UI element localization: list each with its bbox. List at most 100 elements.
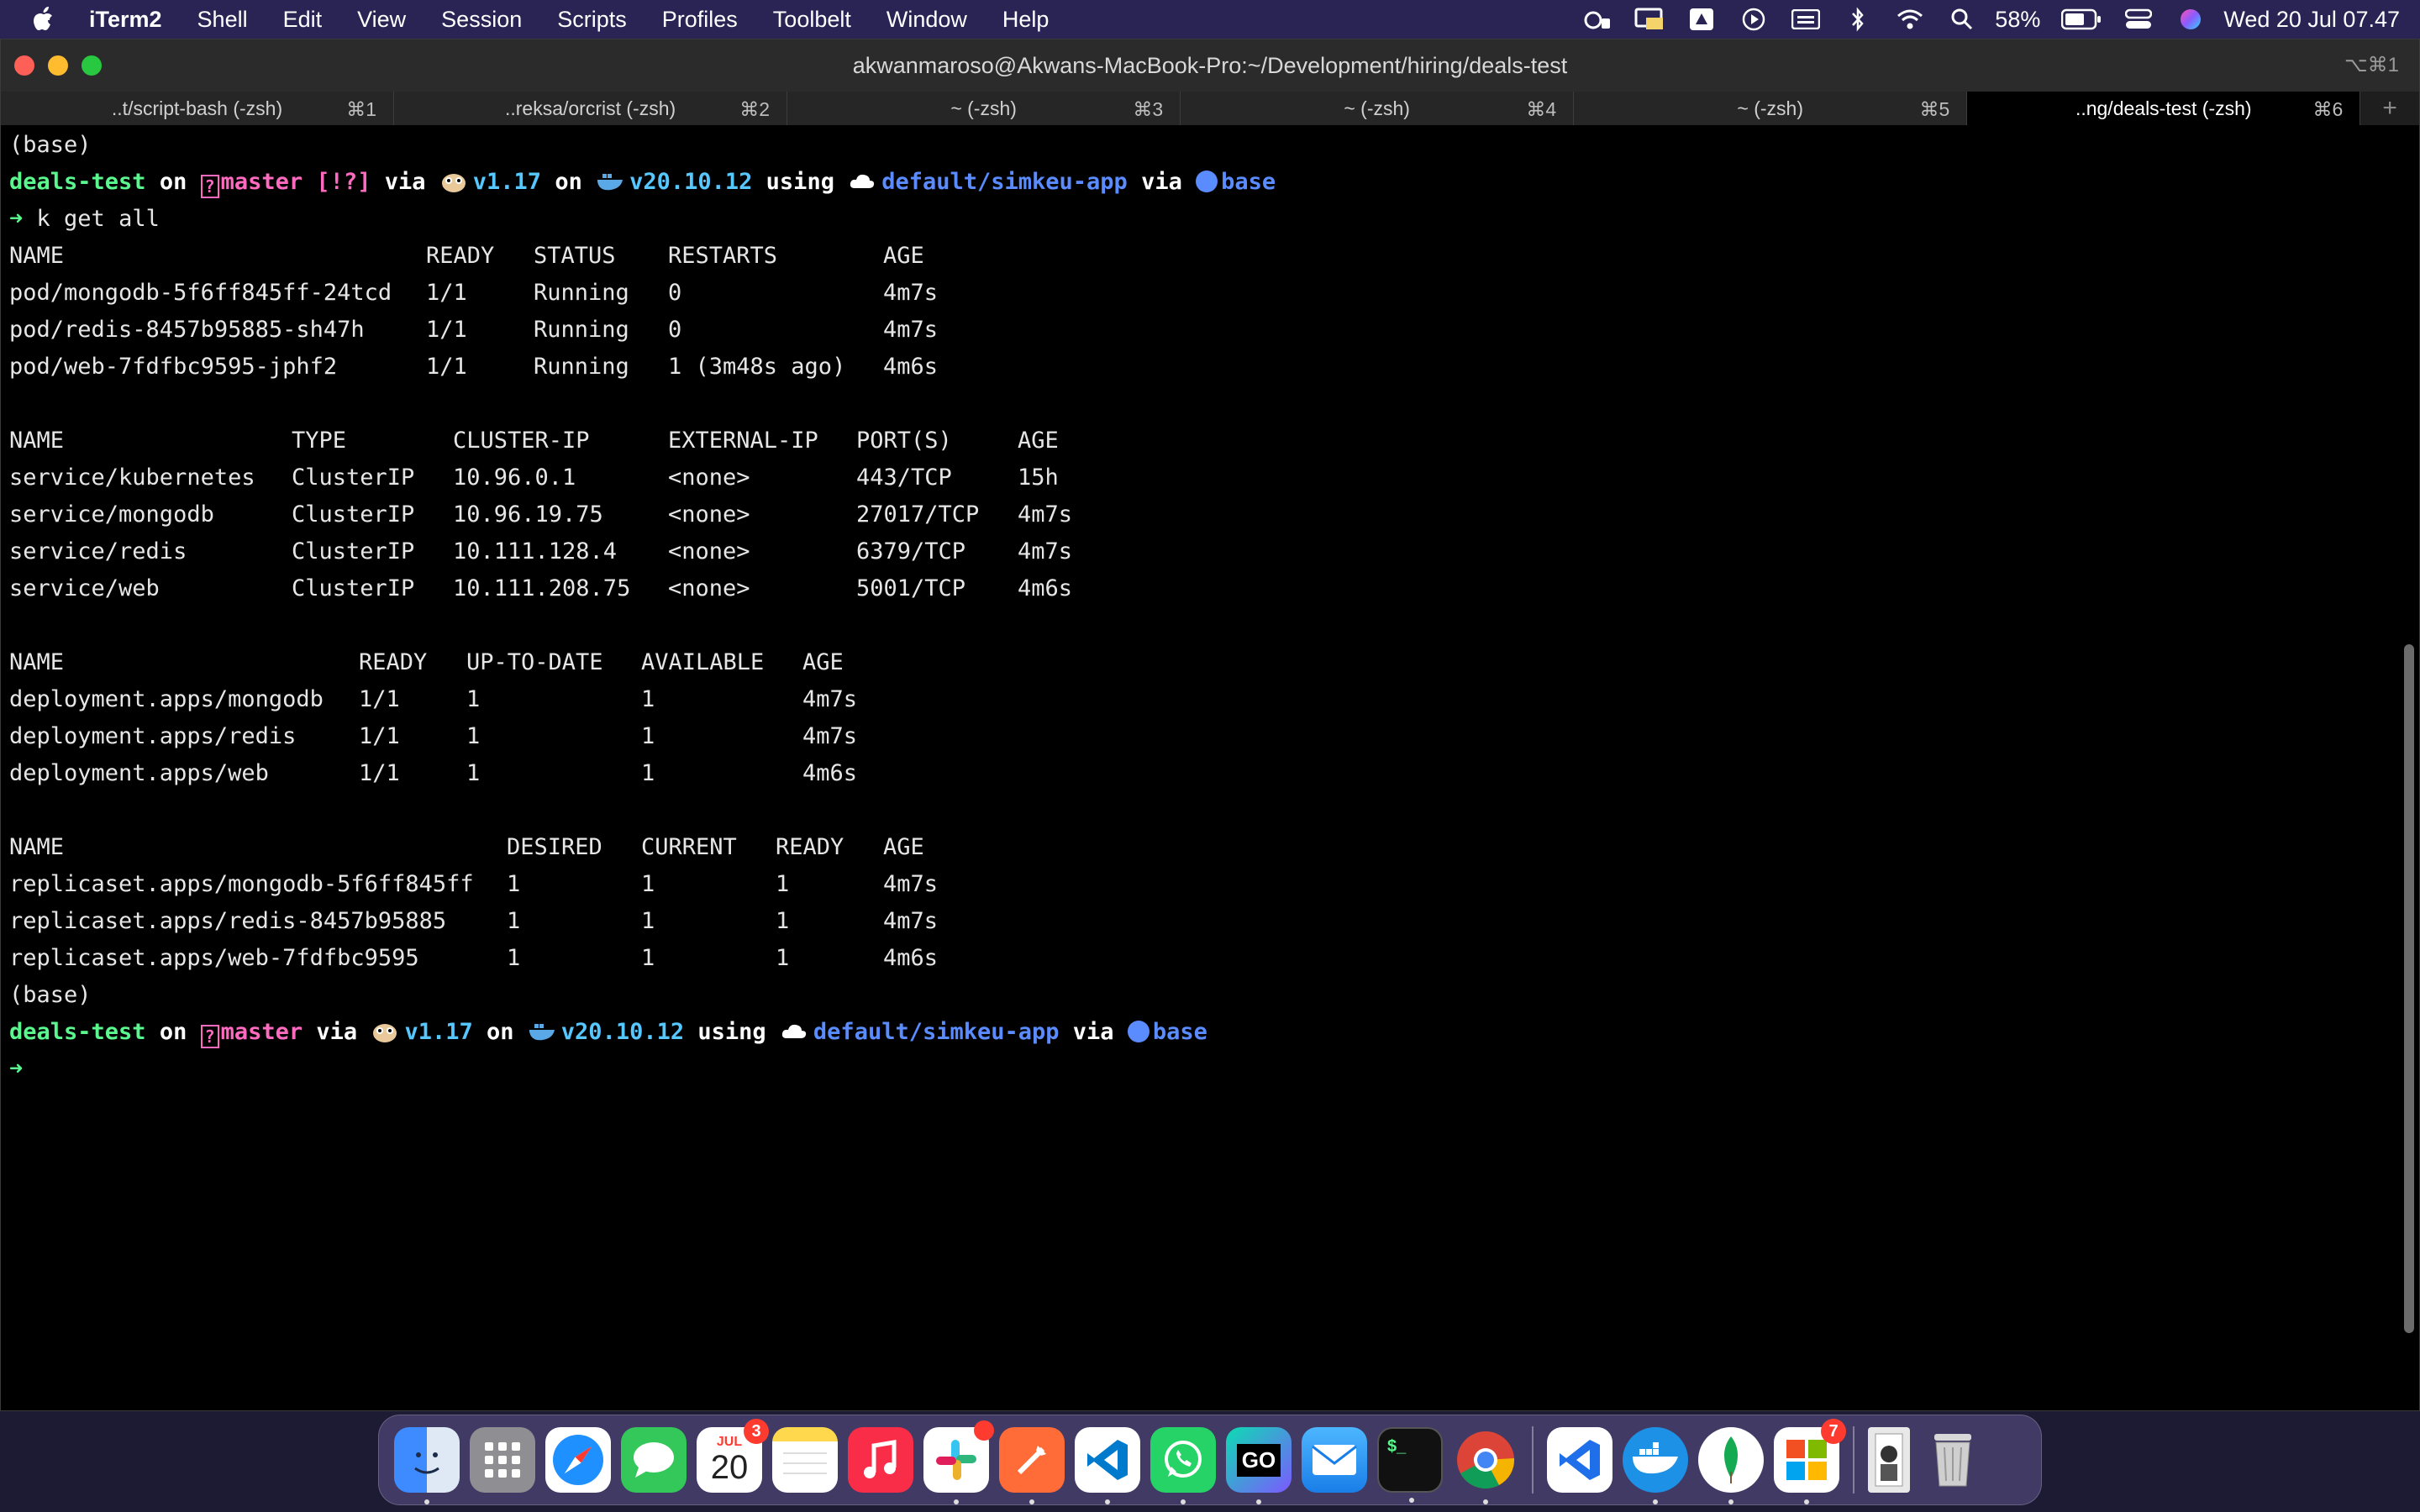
dock: JUL 20 3 GO $_ 7 — [378, 1415, 2042, 1505]
vscode-insiders-icon[interactable] — [1547, 1427, 1612, 1493]
terminal-output[interactable]: (base) deals-test on ? master [!?] via v1… — [9, 127, 2396, 1404]
finder-icon[interactable] — [394, 1427, 460, 1504]
menubar-clock[interactable]: Wed 20 Jul 07.47 — [2223, 7, 2400, 33]
tab-1[interactable]: ..t/script-bash (-zsh) ⌘1 — [1, 92, 395, 125]
tab-shortcut: ⌘6 — [2312, 98, 2344, 120]
postman-icon[interactable] — [999, 1427, 1065, 1504]
battery-percentage: 58% — [1995, 6, 2041, 32]
menu-help[interactable]: Help — [1002, 7, 1050, 33]
minimize-window-button[interactable] — [48, 55, 68, 76]
menu-scripts[interactable]: Scripts — [557, 7, 627, 33]
focus-icon[interactable] — [1581, 7, 1613, 32]
menu-view[interactable]: View — [357, 7, 406, 33]
notes-icon[interactable] — [772, 1427, 838, 1493]
go-gopher-icon — [373, 1024, 397, 1042]
goland-icon[interactable]: GO — [1226, 1427, 1292, 1504]
calendar-icon[interactable]: JUL 20 3 — [697, 1419, 769, 1493]
tab-6-active[interactable]: ..ng/deals-test (-zsh) ⌘6 — [1967, 92, 2361, 125]
app-store-badge: 7 — [1821, 1419, 1846, 1444]
vscode-icon[interactable] — [1075, 1427, 1140, 1504]
slack-badge — [974, 1420, 994, 1441]
display-icon[interactable] — [1634, 7, 1665, 32]
menu-shell[interactable]: Shell — [197, 7, 248, 33]
conda-icon — [1196, 171, 1218, 192]
docker-icon[interactable] — [1623, 1427, 1688, 1504]
new-tab-button[interactable]: + — [2360, 92, 2419, 125]
keyboard-icon[interactable] — [1790, 7, 1822, 32]
close-window-button[interactable] — [14, 55, 34, 76]
prompt-arrow: ➜ — [9, 206, 24, 232]
trash-icon[interactable] — [1920, 1427, 1986, 1493]
tab-label: ..reksa/orcrist (-zsh) — [504, 97, 676, 119]
control-center-icon[interactable] — [2123, 7, 2154, 32]
slack-icon[interactable] — [923, 1420, 994, 1504]
menu-app-name[interactable]: iTerm2 — [89, 7, 162, 33]
chrome-icon[interactable] — [1453, 1427, 1518, 1504]
maximize-window-button[interactable] — [82, 55, 102, 76]
tab-5[interactable]: ~ (-zsh) ⌘5 — [1574, 92, 1968, 125]
prompt-via: via — [384, 169, 426, 195]
play-icon[interactable] — [1738, 7, 1770, 32]
tab-2[interactable]: ..reksa/orcrist (-zsh) ⌘2 — [394, 92, 788, 125]
prompt-go-version: v1.17 — [404, 1019, 473, 1045]
command-line: ➜ k get all — [9, 201, 160, 238]
launchpad-icon[interactable] — [470, 1427, 535, 1493]
prompt-via-2: via — [1072, 1019, 1114, 1045]
mail-icon[interactable] — [1302, 1427, 1367, 1493]
prompt-go-version: v1.17 — [472, 169, 542, 195]
prompt-via-2: via — [1141, 169, 1182, 195]
window-title: akwanmaroso@Akwans-MacBook-Pro:~/Develop… — [852, 52, 1568, 78]
window-shortcut: ⌥⌘1 — [2344, 54, 2399, 76]
menu-window[interactable]: Window — [886, 7, 967, 33]
whatsapp-icon[interactable] — [1150, 1427, 1216, 1504]
bluetooth-icon[interactable] — [1842, 7, 1874, 32]
git-branch-icon: ? — [200, 1025, 219, 1048]
prompt-line: deals-test on ? master via v1.17 on v20.1… — [9, 1014, 1207, 1051]
wifi-icon[interactable] — [1894, 7, 1926, 32]
cloud-icon — [781, 1024, 807, 1038]
calendar-month: JUL — [716, 1435, 743, 1449]
mongodb-compass-icon[interactable] — [1698, 1427, 1764, 1504]
tab-shortcut: ⌘2 — [739, 98, 771, 120]
tab-shortcut: ⌘5 — [1919, 98, 1950, 120]
conda-icon — [1127, 1021, 1150, 1042]
calendar-day: 20 — [710, 1449, 749, 1486]
app-store-icon[interactable]: 7 — [1774, 1419, 1846, 1504]
safari-icon[interactable] — [545, 1427, 611, 1493]
terminal-scrollbar[interactable] — [2404, 644, 2414, 1333]
docker-whale-icon — [529, 1024, 555, 1041]
apple-icon[interactable] — [32, 6, 57, 33]
prompt-on-2: on — [555, 169, 582, 195]
search-icon[interactable] — [1946, 7, 1978, 32]
music-icon[interactable] — [848, 1427, 913, 1493]
tab-label: ~ (-zsh) — [1344, 97, 1410, 119]
drive-icon[interactable] — [1686, 7, 1718, 32]
downloads-stack-icon[interactable] — [1868, 1427, 1910, 1493]
siri-icon[interactable] — [2175, 7, 2207, 32]
tab-label: ~ (-zsh) — [950, 97, 1017, 119]
goland-label: GO — [1236, 1443, 1281, 1477]
calendar-badge: 3 — [744, 1419, 769, 1444]
window-titlebar[interactable]: akwanmaroso@Akwans-MacBook-Pro:~/Develop… — [1, 39, 2419, 92]
git-branch-icon: ? — [200, 175, 219, 198]
cloud-icon — [850, 174, 875, 188]
iterm-dock-label: $_ — [1387, 1437, 1407, 1456]
command-line[interactable]: ➜ — [9, 1051, 23, 1088]
prompt-arrow: ➜ — [9, 1056, 24, 1082]
iterm-icon[interactable]: $_ — [1377, 1427, 1443, 1503]
messages-icon[interactable] — [621, 1427, 687, 1493]
tab-shortcut: ⌘3 — [1133, 98, 1164, 120]
tab-4[interactable]: ~ (-zsh) ⌘4 — [1181, 92, 1575, 125]
menu-edit[interactable]: Edit — [283, 7, 323, 33]
command-text: k get all — [36, 206, 160, 232]
prompt-on-2: on — [487, 1019, 514, 1045]
tab-bar: ..t/script-bash (-zsh) ⌘1 ..reksa/orcrist… — [1, 92, 2419, 126]
tab-3[interactable]: ~ (-zsh) ⌘3 — [787, 92, 1181, 125]
menu-profiles[interactable]: Profiles — [662, 7, 738, 33]
menu-session[interactable]: Session — [441, 7, 522, 33]
battery-icon[interactable] — [2060, 7, 2102, 32]
prompt-via: via — [316, 1019, 358, 1045]
prompt-conda-env: base — [1152, 1019, 1207, 1045]
window-controls — [14, 55, 102, 76]
menu-toolbelt[interactable]: Toolbelt — [773, 7, 851, 33]
